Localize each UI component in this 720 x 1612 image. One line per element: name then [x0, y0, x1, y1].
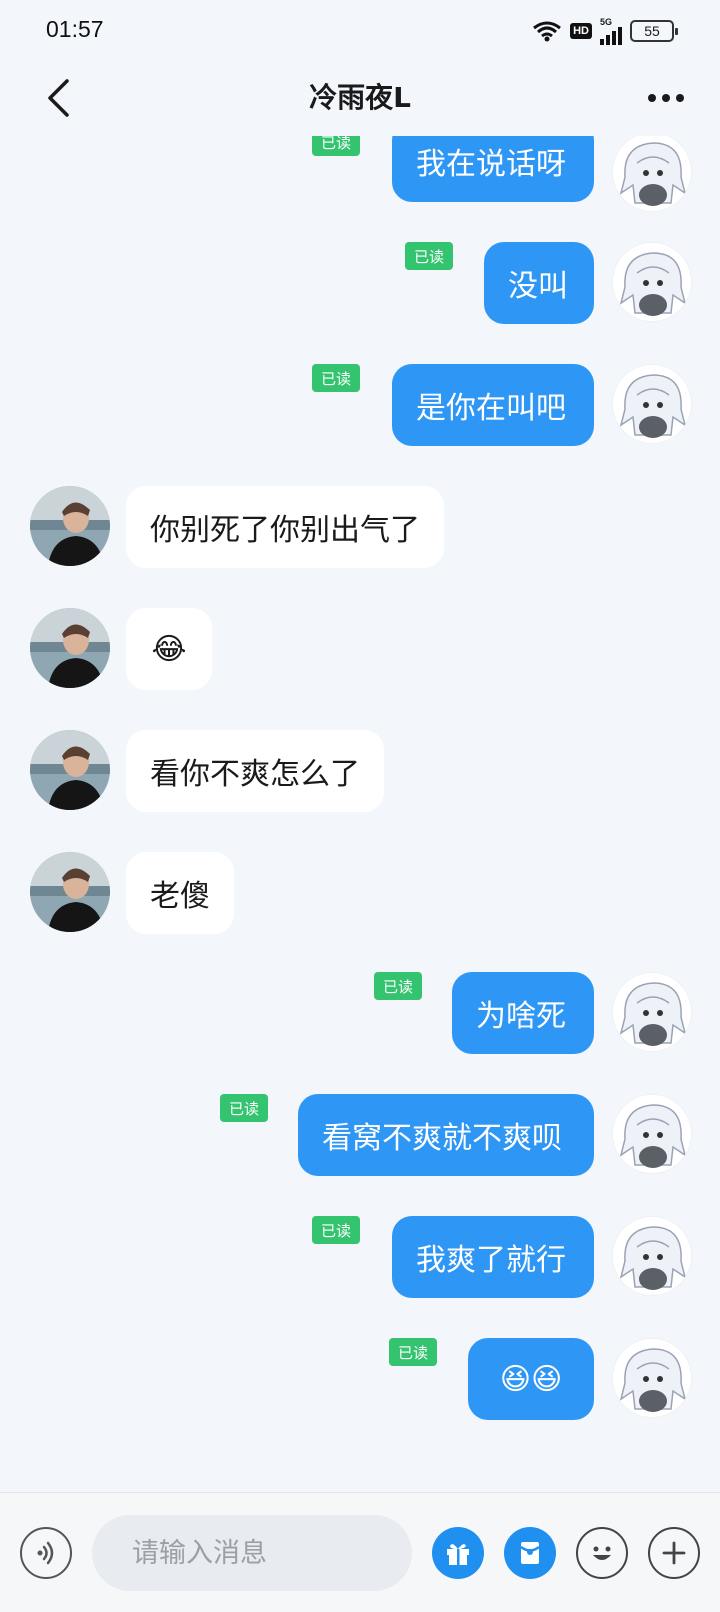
message-bubble[interactable]: 😂: [126, 608, 212, 690]
hd-icon: HD: [570, 23, 592, 39]
wifi-icon: [533, 21, 562, 42]
message-outgoing: 已读 😆😆: [0, 1338, 720, 1422]
message-bubble[interactable]: 看窝不爽就不爽呗: [298, 1094, 594, 1176]
message-bubble[interactable]: 😆😆: [468, 1338, 594, 1420]
my-avatar[interactable]: [612, 1094, 692, 1174]
signal-icon: 5G: [600, 16, 622, 45]
message-incoming: 老傻: [0, 852, 720, 936]
more-dots-icon: [648, 94, 656, 102]
read-badge: 已读: [374, 972, 422, 1000]
my-avatar[interactable]: [612, 364, 692, 444]
status-time: 01:57: [46, 16, 104, 42]
voice-icon: [37, 1541, 54, 1565]
network-type: 5G: [600, 16, 613, 27]
chat-header: 冷雨夜L: [0, 62, 720, 136]
emoji-button[interactable]: [576, 1527, 628, 1579]
read-badge: 已读: [220, 1094, 268, 1122]
my-avatar[interactable]: [612, 1216, 692, 1296]
more-button[interactable]: [642, 76, 690, 120]
message-incoming: 😂: [0, 608, 720, 692]
message-bubble[interactable]: 你别死了你别出气了: [126, 486, 444, 568]
contact-avatar[interactable]: [30, 730, 110, 810]
status-icons: HD 5G 55: [532, 16, 678, 45]
voice-button[interactable]: [20, 1527, 72, 1579]
red-packet-button[interactable]: [504, 1527, 556, 1579]
emoji-icon: [593, 1546, 611, 1560]
message-input-field[interactable]: [92, 1515, 412, 1591]
my-avatar[interactable]: [612, 1338, 692, 1418]
chat-title: 冷雨夜L: [309, 81, 411, 114]
message-input[interactable]: [132, 1537, 412, 1569]
message-bubble[interactable]: 老傻: [126, 852, 234, 934]
my-avatar[interactable]: [612, 132, 692, 212]
contact-avatar[interactable]: [30, 852, 110, 932]
red-packet-icon: [520, 1542, 540, 1564]
message-incoming: 你别死了你别出气了: [0, 486, 720, 570]
read-badge: 已读: [312, 1216, 360, 1244]
message-bubble[interactable]: 为啥死: [452, 972, 594, 1054]
message-bubble[interactable]: 看你不爽怎么了: [126, 730, 384, 812]
message-bubble[interactable]: 没叫: [484, 242, 594, 324]
more-actions-button[interactable]: [648, 1527, 700, 1579]
gift-button[interactable]: [432, 1527, 484, 1579]
message-outgoing: 已读 为啥死: [0, 972, 720, 1056]
gift-icon: [447, 1544, 469, 1565]
message-outgoing: 已读 没叫: [0, 242, 720, 326]
battery-icon: 55: [630, 20, 678, 42]
my-avatar[interactable]: [612, 972, 692, 1052]
message-outgoing: 已读 是你在叫吧: [0, 364, 720, 448]
contact-avatar[interactable]: [30, 486, 110, 566]
message-bubble[interactable]: 是你在叫吧: [392, 364, 594, 446]
contact-avatar[interactable]: [30, 608, 110, 688]
read-badge: 已读: [389, 1338, 437, 1366]
message-incoming: 看你不爽怎么了: [0, 730, 720, 814]
status-bar: 01:57 HD 5G 55: [0, 0, 720, 62]
my-avatar[interactable]: [612, 242, 692, 322]
message-outgoing: 已读 我爽了就行: [0, 1216, 720, 1300]
battery-level: 55: [644, 23, 660, 39]
message-outgoing: 已读 看窝不爽就不爽呗: [0, 1094, 720, 1178]
plus-icon: [662, 1541, 686, 1565]
read-badge: 已读: [405, 242, 453, 270]
message-bubble[interactable]: 我爽了就行: [392, 1216, 594, 1298]
read-badge: 已读: [312, 364, 360, 392]
input-bar: [0, 1492, 720, 1612]
